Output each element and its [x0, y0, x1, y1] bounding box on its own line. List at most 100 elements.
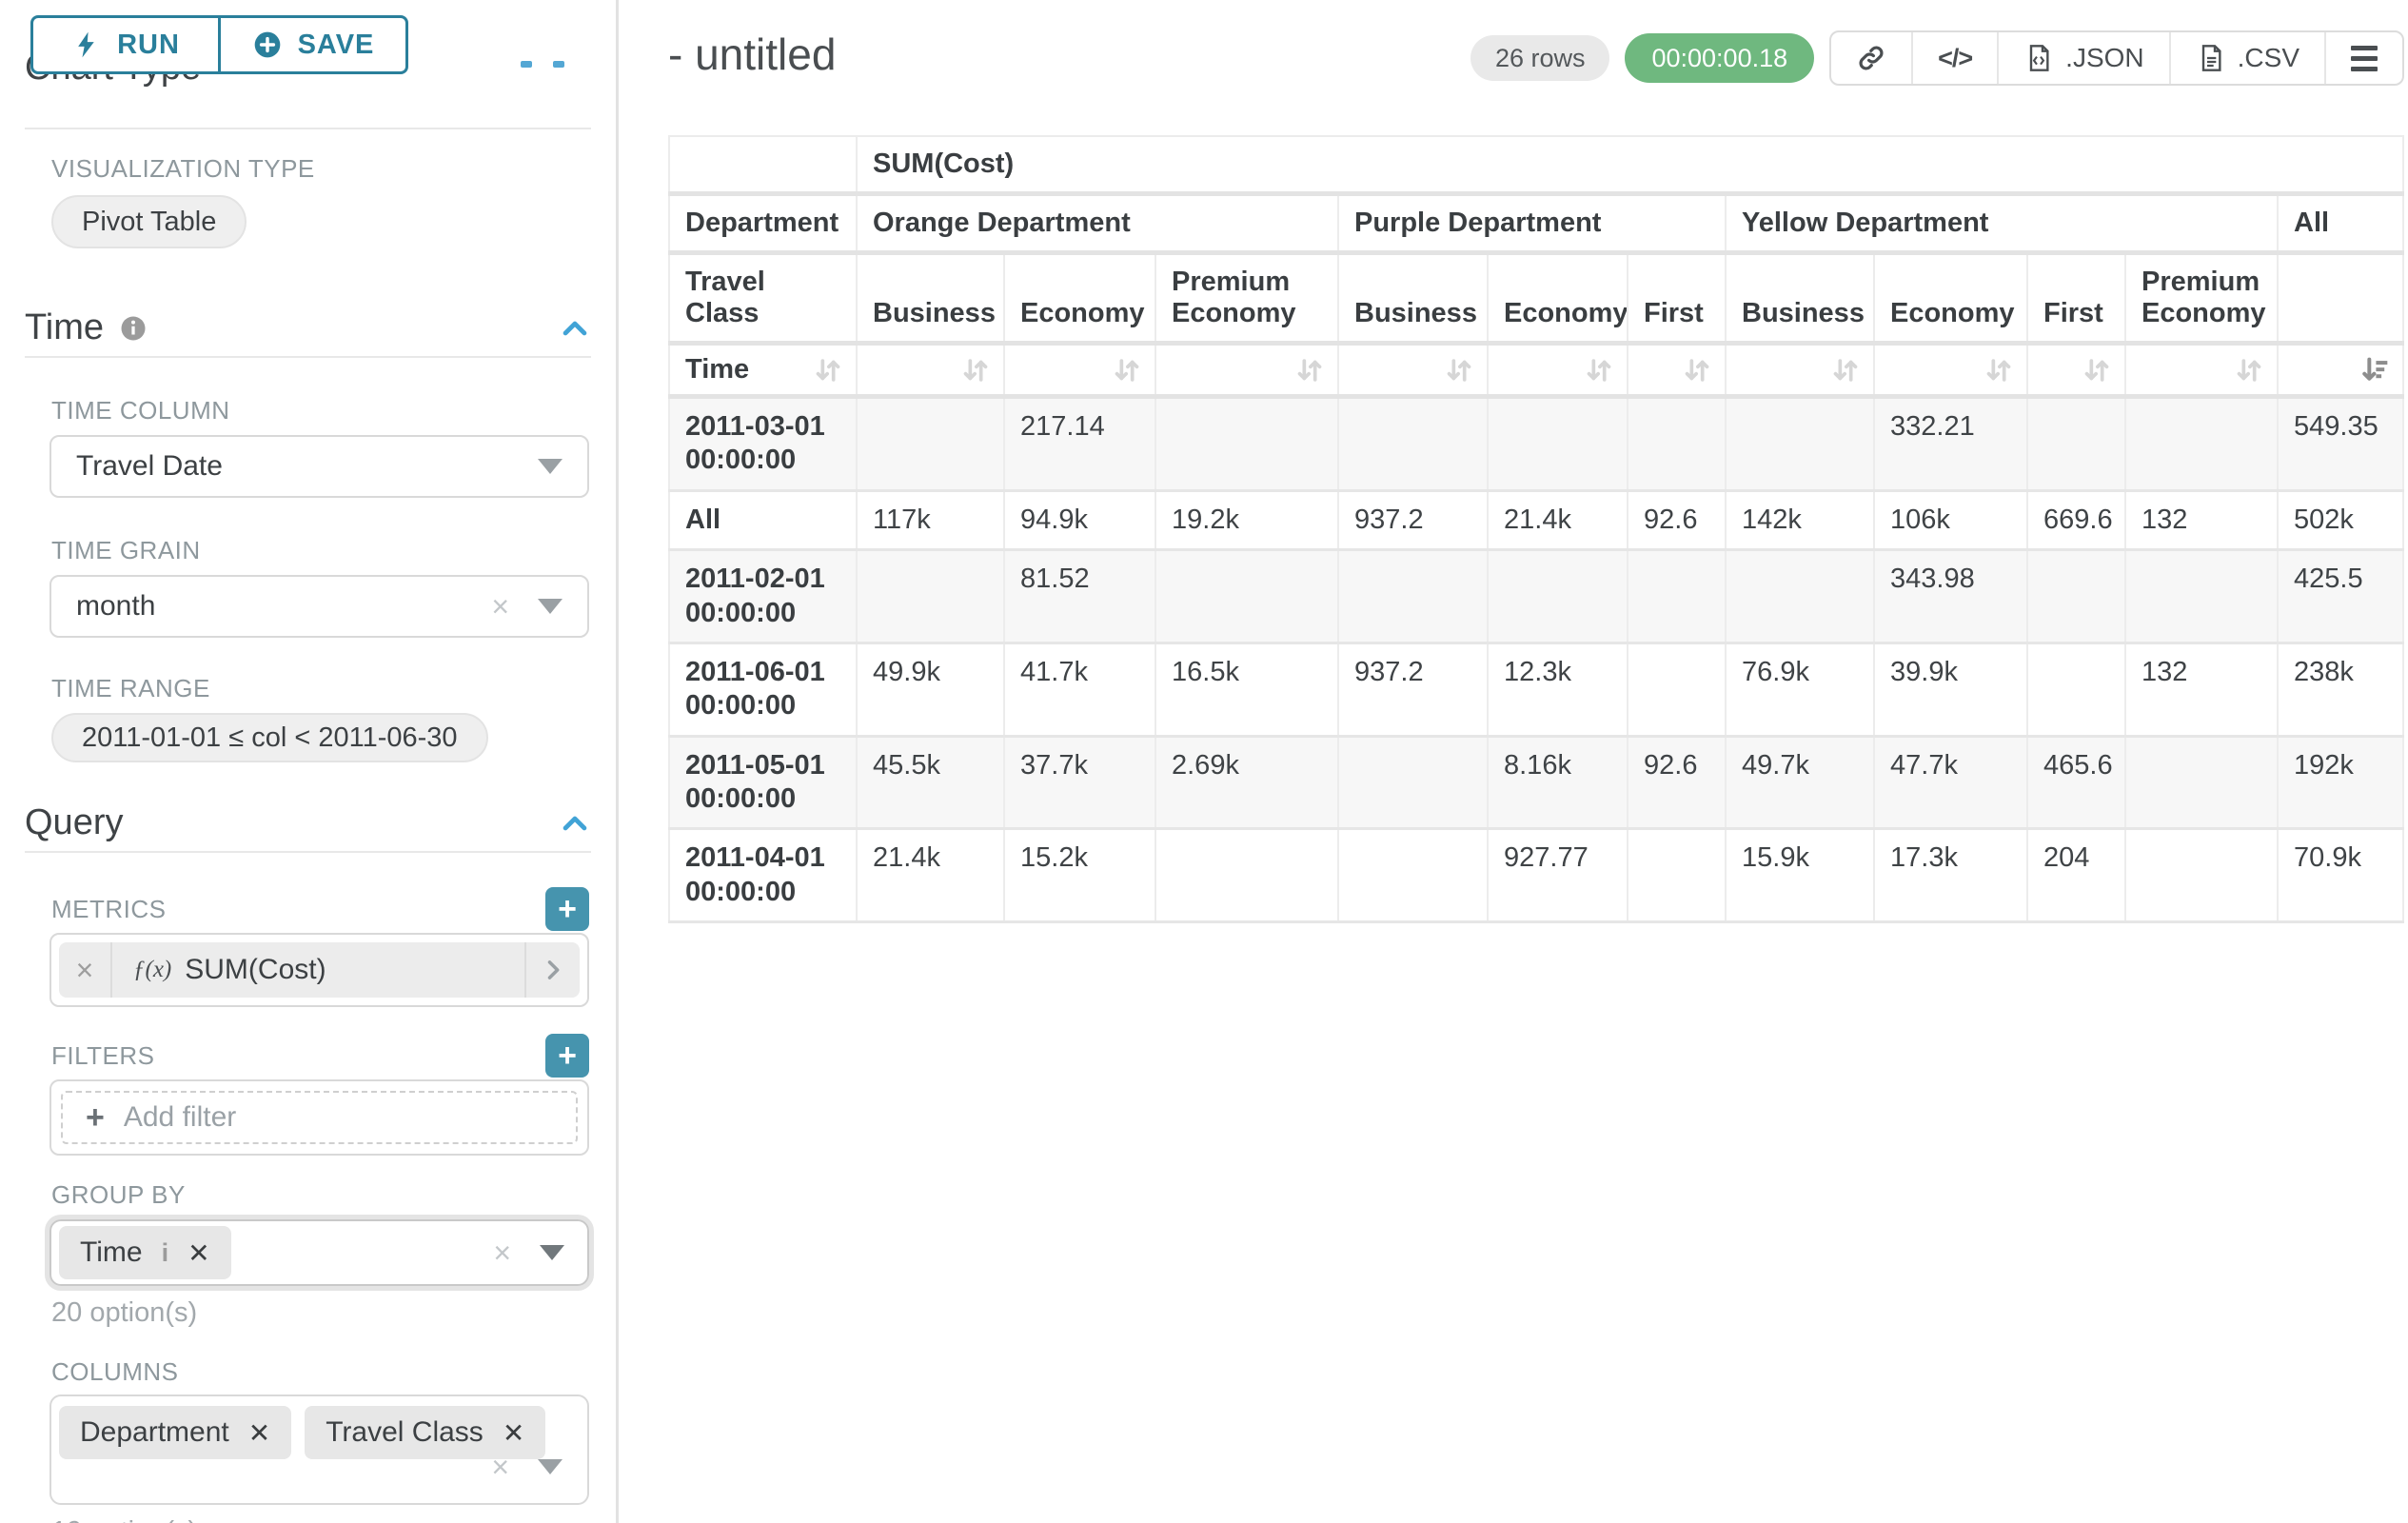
sort-header-cell[interactable] [2027, 344, 2125, 397]
columns-select[interactable]: Department✕Travel Class✕ × [49, 1394, 589, 1505]
pivot-group-header: Orange Department [857, 194, 1338, 253]
sort-neutral-icon[interactable] [2081, 354, 2113, 386]
sort-header-row: Time [669, 344, 2403, 397]
value-cell [2125, 397, 2278, 491]
value-cell [1338, 397, 1488, 491]
sort-header-cell[interactable] [1628, 344, 1726, 397]
query-collapse-icon[interactable] [559, 807, 591, 840]
sort-header-cell[interactable] [1488, 344, 1628, 397]
save-icon [252, 30, 283, 60]
time-column-select[interactable]: Travel Date [49, 435, 589, 498]
panel-header: Chart Type RUN SAVE [25, 0, 591, 129]
sort-header-cell-active[interactable] [2278, 344, 2403, 397]
sort-neutral-icon[interactable] [2233, 354, 2265, 386]
embed-code-button[interactable]: </> [1911, 32, 1997, 84]
embed-icon: </> [1938, 44, 1972, 73]
chart-title[interactable]: - untitled [668, 29, 836, 80]
sort-header-cell[interactable] [1155, 344, 1338, 397]
menu-icon [2351, 46, 2378, 71]
value-cell: 21.4k [857, 829, 1004, 922]
time-grain-select[interactable]: month × [49, 575, 589, 638]
value-cell: 2.69k [1155, 736, 1338, 829]
row-dimension-sort-cell[interactable]: Time [669, 344, 857, 397]
pivot-table-container: SUM(Cost)DepartmentOrange DepartmentPurp… [668, 135, 2404, 923]
chart-header: - untitled 26 rows 00:00:00.18 </> [668, 29, 2404, 86]
value-cell: 217.14 [1004, 397, 1155, 491]
columns-label: COLUMNS [51, 1357, 591, 1387]
metric-expand-icon[interactable] [524, 942, 580, 998]
run-save-button-group: RUN SAVE [30, 15, 408, 74]
value-cell: 21.4k [1488, 490, 1628, 549]
metric-chip-label: SUM(Cost) [185, 954, 326, 986]
sort-neutral-icon[interactable] [1293, 354, 1326, 386]
select-caret-icon [538, 459, 563, 474]
time-collapse-icon[interactable] [559, 312, 591, 345]
remove-metric-icon[interactable]: × [59, 942, 112, 998]
share-link-button[interactable] [1831, 32, 1911, 84]
sort-neutral-icon[interactable] [1983, 354, 2015, 386]
remove-chip-icon[interactable]: ✕ [188, 1237, 209, 1269]
sort-header-cell[interactable] [857, 344, 1004, 397]
add-filter-dropzone[interactable]: + Add filter [61, 1091, 578, 1144]
select-caret-icon [540, 1245, 564, 1260]
value-cell [1155, 550, 1338, 643]
query-section-header: Query [25, 802, 591, 843]
add-metric-button[interactable]: + [545, 887, 589, 931]
sort-header-cell[interactable] [1874, 344, 2027, 397]
value-cell: 94.9k [1004, 490, 1155, 549]
select-caret-icon [538, 599, 563, 614]
sort-header-cell[interactable] [1726, 344, 1874, 397]
filters-container: + Add filter [49, 1079, 589, 1156]
clear-icon[interactable]: × [493, 1237, 511, 1268]
select-caret-icon [538, 1459, 563, 1474]
more-menu-button[interactable] [2324, 32, 2402, 84]
metric-chip[interactable]: × ƒ(x) SUM(Cost) [59, 942, 580, 998]
remove-chip-icon[interactable]: ✕ [248, 1417, 270, 1449]
value-cell: 142k [1726, 490, 1874, 549]
metrics-container: × ƒ(x) SUM(Cost) [49, 933, 589, 1007]
value-cell: 204 [2027, 829, 2125, 922]
add-filter-placeholder: Add filter [124, 1101, 236, 1134]
sort-neutral-icon[interactable] [1583, 354, 1615, 386]
plus-icon: + [86, 1101, 105, 1134]
clear-icon[interactable]: × [491, 591, 509, 622]
sort-neutral-icon[interactable] [1111, 354, 1143, 386]
add-filter-button[interactable]: + [545, 1034, 589, 1078]
sort-header-cell[interactable] [1004, 344, 1155, 397]
info-icon[interactable]: i [162, 1238, 169, 1268]
sort-header-cell[interactable] [1338, 344, 1488, 397]
value-cell: 49.7k [1726, 736, 1874, 829]
remove-chip-icon[interactable]: ✕ [503, 1417, 524, 1449]
sort-neutral-icon[interactable] [812, 354, 844, 386]
export-csv-button[interactable]: .CSV [2169, 32, 2324, 84]
dimension-chip[interactable]: Timei✕ [59, 1226, 231, 1279]
info-icon[interactable] [119, 314, 148, 343]
run-button[interactable]: RUN [30, 15, 221, 74]
query-section-title: Query [25, 802, 123, 843]
sort-desc-icon[interactable] [2359, 354, 2391, 386]
group-by-select[interactable]: Timei✕ × [49, 1219, 589, 1286]
value-cell: 92.6 [1628, 736, 1726, 829]
metric-header-row: SUM(Cost) [669, 136, 2403, 194]
row-label-cell: All [669, 490, 857, 549]
pivot-group-header: Yellow Department [1726, 194, 2278, 253]
sort-neutral-icon[interactable] [1443, 354, 1475, 386]
explore-view: Chart Type RUN SAVE VISUALIZATION TYPE P… [0, 0, 2408, 1523]
visualization-type-pill[interactable]: Pivot Table [51, 195, 247, 248]
value-cell: 132 [2125, 490, 2278, 549]
sort-neutral-icon[interactable] [1829, 354, 1862, 386]
sort-neutral-icon[interactable] [1681, 354, 1713, 386]
sort-neutral-icon[interactable] [959, 354, 992, 386]
value-cell: 41.7k [1004, 643, 1155, 736]
value-cell [2125, 550, 2278, 643]
value-cell: 15.9k [1726, 829, 1874, 922]
pivot-all-header: All [2278, 194, 2403, 253]
dimension-chip[interactable]: Department✕ [59, 1406, 291, 1459]
sort-header-cell[interactable] [2125, 344, 2278, 397]
value-cell: 937.2 [1338, 643, 1488, 736]
pivot-row: 2011-03-01 00:00:00217.14332.21549.35 [669, 397, 2403, 491]
save-button[interactable]: SAVE [218, 15, 408, 74]
clear-icon[interactable]: × [491, 1452, 509, 1482]
export-json-button[interactable]: .JSON [1997, 32, 2168, 84]
time-range-pill[interactable]: 2011-01-01 ≤ col < 2011-06-30 [51, 713, 488, 762]
